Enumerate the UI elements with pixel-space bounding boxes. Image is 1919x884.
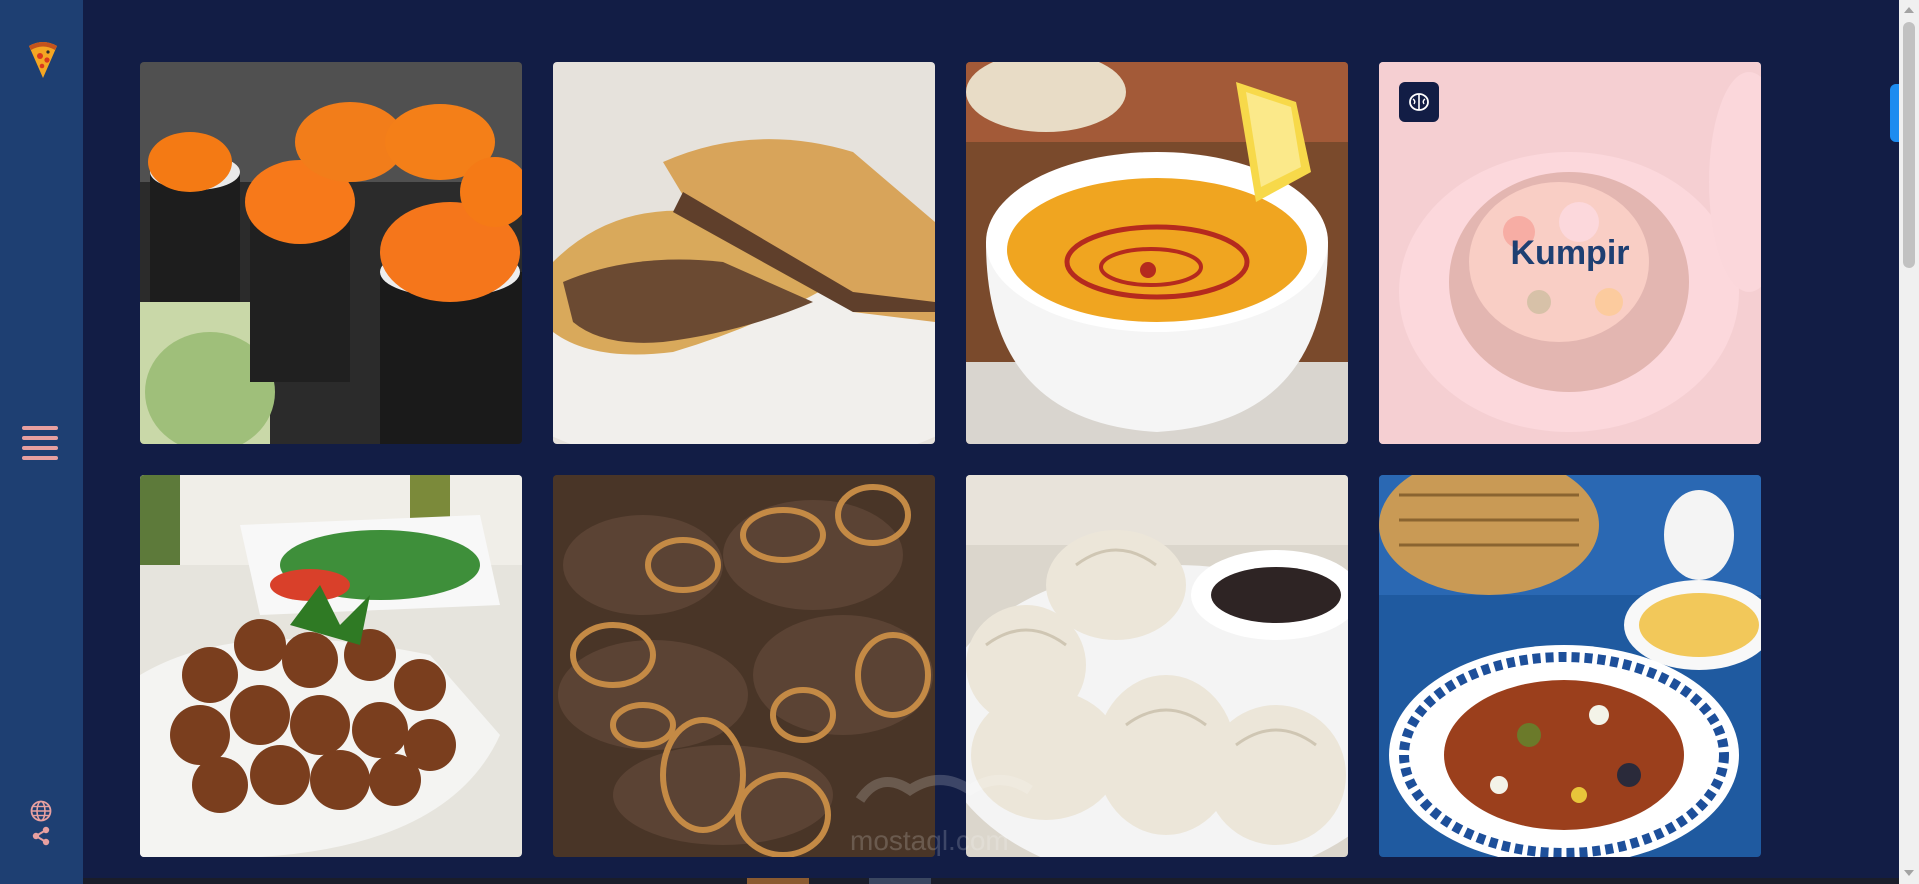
food-card-falafel[interactable] — [140, 475, 522, 857]
food-card-borek[interactable] — [553, 62, 935, 444]
brain-icon[interactable] — [1399, 82, 1439, 122]
food-card-kumpir[interactable]: Kumpir — [1379, 62, 1761, 444]
food-photo — [553, 62, 935, 444]
app-root: Kumpir — [0, 0, 1919, 884]
food-photo — [966, 475, 1348, 857]
food-photo — [140, 62, 522, 444]
food-photo — [1379, 475, 1761, 857]
sidebar — [0, 0, 83, 884]
food-card-sushi[interactable] — [140, 62, 522, 444]
strip-segment — [747, 878, 809, 884]
food-card-eggplant-dish[interactable] — [1379, 475, 1761, 857]
scrollbar[interactable] — [1899, 0, 1919, 884]
food-photo — [966, 62, 1348, 444]
food-card-lentil-soup[interactable] — [966, 62, 1348, 444]
scroll-indicator — [1890, 84, 1899, 142]
food-card-dumplings[interactable] — [966, 475, 1348, 857]
menu-line — [22, 456, 58, 460]
share-icon[interactable] — [31, 826, 51, 846]
scroll-thumb[interactable] — [1903, 22, 1915, 268]
menu-line — [22, 426, 58, 430]
hamburger-menu-icon[interactable] — [22, 426, 60, 466]
food-card-liver-onions[interactable] — [553, 475, 935, 857]
bottom-strip — [83, 878, 1899, 884]
menu-line — [22, 446, 58, 450]
menu-line — [22, 436, 58, 440]
food-photo — [140, 475, 522, 857]
scroll-down-icon[interactable] — [1904, 870, 1914, 876]
food-grid: Kumpir — [140, 62, 1761, 857]
pizza-slice-icon[interactable] — [26, 40, 60, 80]
card-title: Kumpir — [1510, 233, 1630, 272]
scroll-up-icon[interactable] — [1904, 7, 1914, 13]
food-photo — [553, 475, 935, 857]
card-hover-overlay: Kumpir — [1379, 62, 1761, 444]
globe-icon[interactable] — [30, 800, 52, 822]
strip-segment — [869, 878, 931, 884]
